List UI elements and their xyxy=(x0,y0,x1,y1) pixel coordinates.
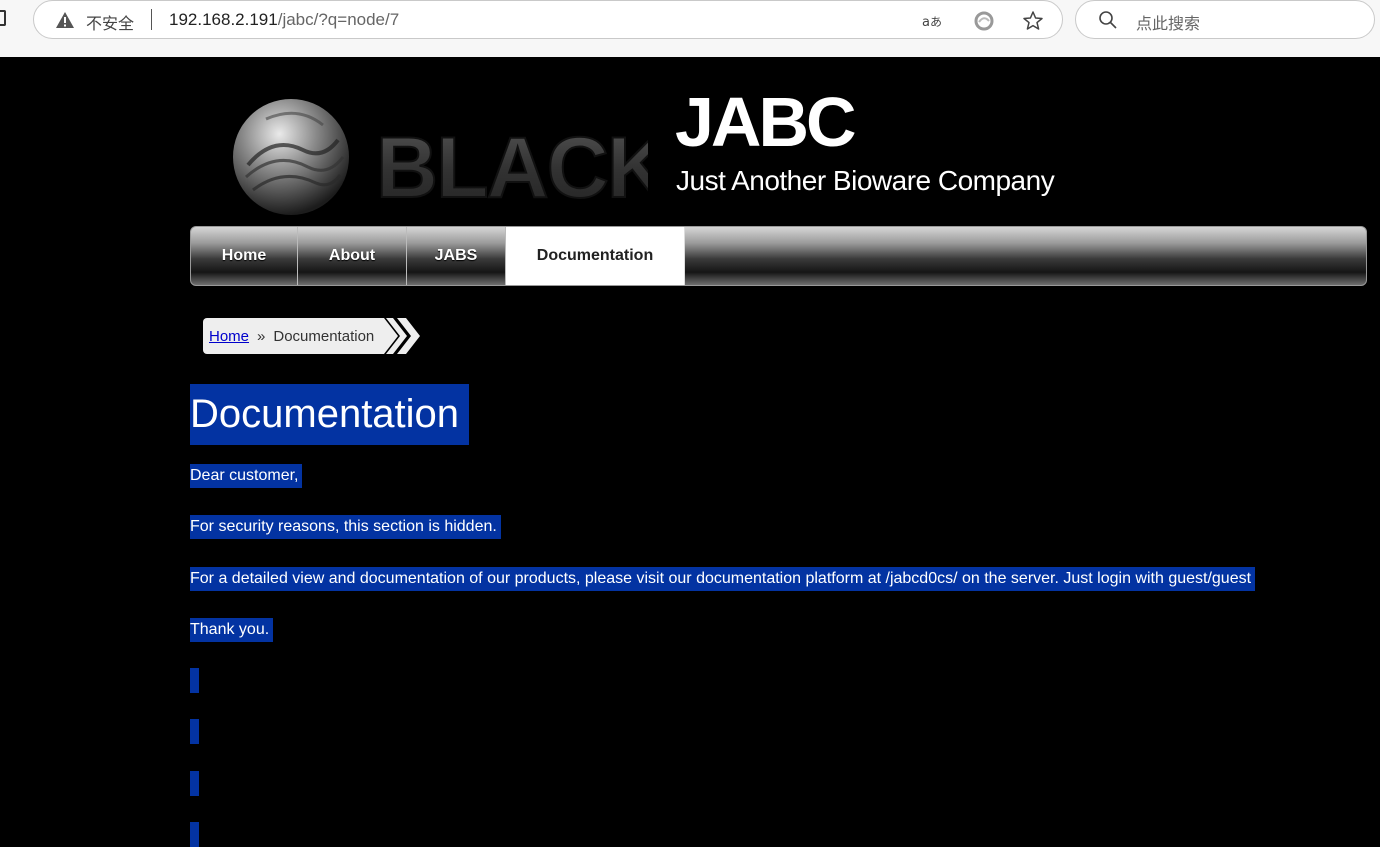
web-page: BLACK JABC Just Another Bioware Company … xyxy=(0,57,1380,847)
page-title: Documentation xyxy=(190,384,470,445)
address-bar[interactable]: 不安全 192.168.2.191/jabc/?q=node/7 a あ xyxy=(33,0,1063,39)
content-paragraph: For security reasons, this section is hi… xyxy=(190,515,501,539)
site-slogan: Just Another Bioware Company xyxy=(676,165,1055,196)
nav-item-home[interactable]: Home xyxy=(191,227,298,285)
nav-item-jabs[interactable]: JABS xyxy=(407,227,506,285)
empty-paragraph-selection xyxy=(190,719,199,744)
empty-paragraph-selection xyxy=(190,822,199,847)
empty-paragraph-selection xyxy=(190,668,199,693)
url-text[interactable]: 192.168.2.191/jabc/?q=node/7 xyxy=(169,10,399,30)
url-host: 192.168.2.191 xyxy=(169,10,278,29)
breadcrumb-box: Home » Documentation xyxy=(203,318,381,354)
empty-paragraph-selection xyxy=(190,771,199,796)
breadcrumb-separator: » xyxy=(257,327,266,345)
browser-toolbar: 不安全 192.168.2.191/jabc/?q=node/7 a あ 点此搜… xyxy=(0,0,1380,57)
favorite-star-icon[interactable] xyxy=(1021,9,1045,33)
breadcrumb: Home » Documentation xyxy=(203,318,424,354)
breadcrumb-current: Documentation xyxy=(273,327,375,345)
orb-icon xyxy=(233,99,349,215)
svg-text:a: a xyxy=(922,15,930,30)
url-path: /jabc/?q=node/7 xyxy=(277,10,400,29)
warning-icon[interactable] xyxy=(55,11,75,29)
read-aloud-icon[interactable]: a あ xyxy=(921,9,945,33)
site-logo[interactable]: BLACK xyxy=(228,95,648,219)
browser-search-box[interactable]: 点此搜索 xyxy=(1075,0,1375,39)
content-paragraph: Thank you. xyxy=(190,618,274,642)
address-separator xyxy=(151,9,152,30)
logo-text: BLACK xyxy=(376,120,648,216)
search-icon xyxy=(1099,11,1117,29)
breadcrumb-arrows-icon xyxy=(380,318,421,354)
main-menu: Home About JABS Documentation xyxy=(190,226,1367,286)
breadcrumb-home-link[interactable]: Home xyxy=(209,328,249,345)
security-label[interactable]: 不安全 xyxy=(86,10,134,34)
home-icon[interactable] xyxy=(0,10,6,26)
edge-collections-icon[interactable] xyxy=(972,9,996,33)
search-placeholder: 点此搜索 xyxy=(1136,14,1201,33)
content-paragraph: Dear customer, xyxy=(190,464,303,488)
svg-text:あ: あ xyxy=(930,15,942,29)
nav-item-about[interactable]: About xyxy=(298,227,407,285)
content-paragraph: For a detailed view and documentation of… xyxy=(190,567,1256,591)
nav-item-documentation[interactable]: Documentation xyxy=(506,227,685,285)
site-name[interactable]: JABC xyxy=(675,87,857,157)
